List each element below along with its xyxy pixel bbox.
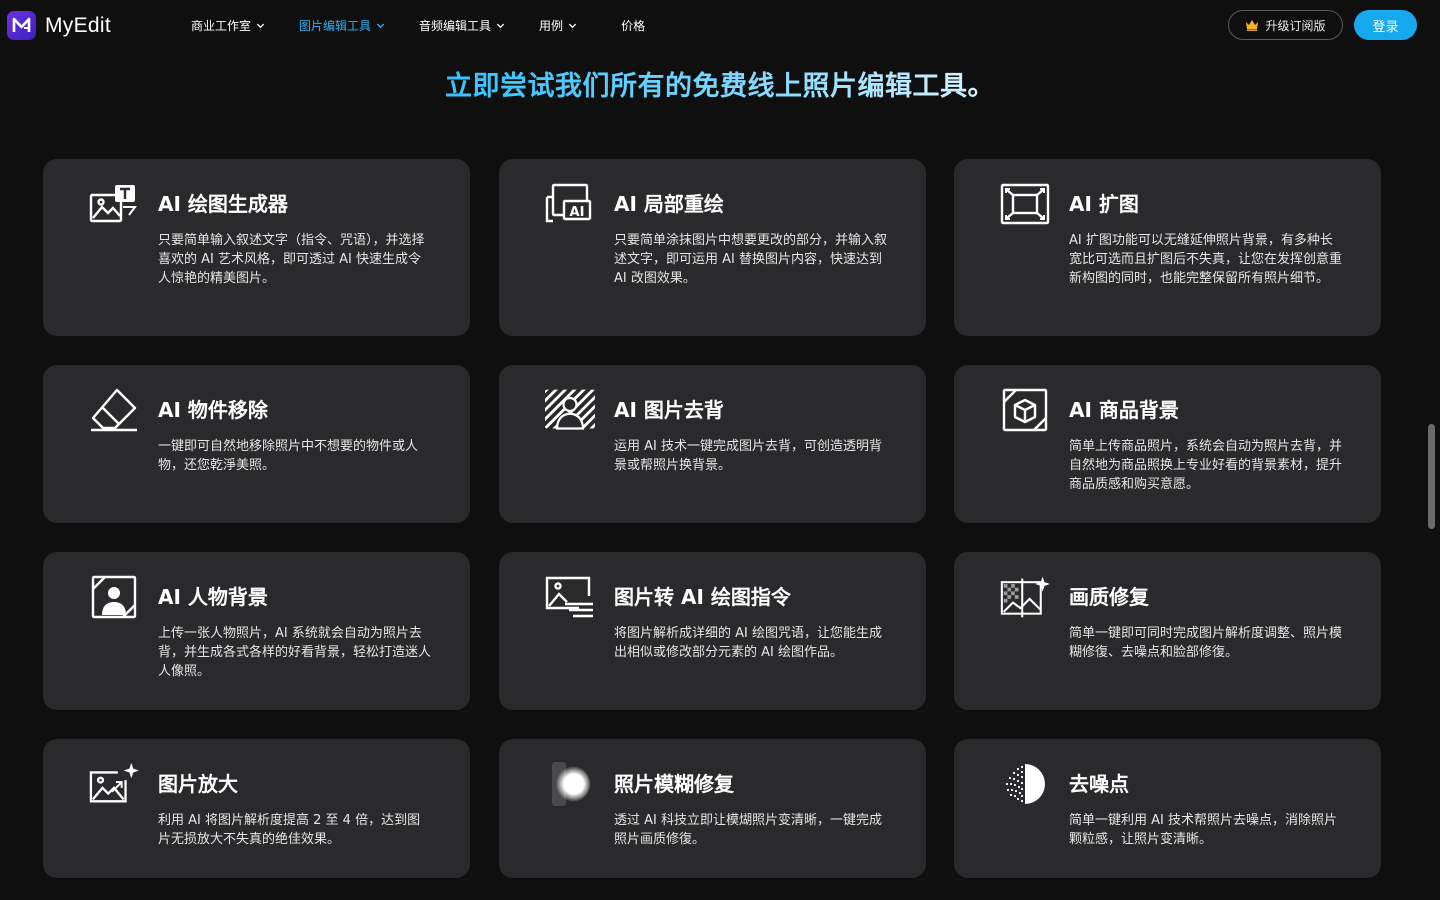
tool-card-unblur[interactable]: 照片模糊修复 透过 AI 科技立即让模煳照片变清晰，一键完成照片画质修復。: [499, 739, 926, 878]
ai-expand-icon: [1000, 181, 1050, 227]
page-title: 立即尝试我们所有的免费线上照片编辑工具。: [0, 64, 1440, 103]
card-title: 画质修复: [1069, 585, 1149, 609]
card-title: AI 图片去背: [614, 398, 724, 422]
tool-card-ai-expand[interactable]: AI 扩图 AI 扩图功能可以无缝延伸照片背景，有多种长宽比可选而且扩图后不失真…: [954, 159, 1381, 336]
card-title: 照片模糊修复: [614, 772, 734, 796]
main-nav: 商业工作室 图片编辑工具 音频编辑工具 用例 价格: [191, 0, 679, 50]
card-title: AI 绘图生成器: [158, 192, 288, 216]
tool-card-photo-enhance[interactable]: 画质修复 简单一键即可同时完成图片解析度调整、照片模糊修復、去噪点和脸部修復。: [954, 552, 1381, 710]
card-description: 简单一键即可同时完成图片解析度调整、照片模糊修復、去噪点和脸部修復。: [1069, 626, 1343, 660]
card-title: AI 局部重绘: [614, 192, 724, 216]
nav-business-studio[interactable]: 商业工作室: [191, 17, 265, 34]
logo[interactable]: MyEdit: [7, 11, 111, 40]
card-description: 只要简单输入叙述文字（指令、咒语），并选择喜欢的 AI 艺术风格，即可透过 AI…: [158, 233, 425, 286]
ai-replace-icon: AI: [545, 181, 595, 227]
card-title: 图片放大: [158, 772, 238, 796]
ai-image-generator-icon: [89, 181, 139, 227]
tool-card-ai-replace[interactable]: AI AI 局部重绘 只要简单涂抹图片中想要更改的部分，并输入叙述文字，即可运用…: [499, 159, 926, 336]
tool-card-image-upscale[interactable]: 图片放大 利用 AI 将图片解析度提高 2 至 4 倍，达到图片无损放大不失真的…: [43, 739, 470, 878]
svg-text:AI: AI: [570, 205, 585, 220]
upgrade-subscription-button[interactable]: 升级订阅版: [1228, 10, 1343, 40]
nav-pricing[interactable]: 价格: [621, 17, 645, 34]
tool-card-ai-object-removal[interactable]: AI 物件移除 一键即可自然地移除照片中不想要的物件或人物，还您乾淨美照。: [43, 365, 470, 523]
upgrade-label: 升级订阅版: [1265, 18, 1326, 33]
tool-card-ai-product-background[interactable]: AI 商品背景 简单上传商品照片，系统会自动为照片去背，并自然地为商品照换上专业…: [954, 365, 1381, 523]
card-description: 简单上传商品照片，系统会自动为照片去背，并自然地为商品照换上专业好看的背景素材，…: [1069, 439, 1343, 492]
card-description: 上传一张人物照片，AI 系统就会自动为照片去背，并生成各式各样的好看背景，轻松打…: [158, 626, 432, 679]
crown-icon: [1246, 20, 1259, 31]
nav-label: 图片编辑工具: [299, 18, 372, 33]
card-description: 利用 AI 将图片解析度提高 2 至 4 倍，达到图片无损放大不失真的绝佳效果。: [158, 813, 421, 847]
tool-card-denoise[interactable]: 去噪点 简单一键利用 AI 技术帮照片去噪点，消除照片颗粒感，让照片变清晰。: [954, 739, 1381, 878]
nav-audio-tools[interactable]: 音频编辑工具: [419, 17, 505, 34]
card-title: 去噪点: [1069, 772, 1129, 796]
portrait-background-icon: [89, 574, 139, 620]
nav-use-cases[interactable]: 用例: [539, 17, 577, 34]
card-description: AI 扩图功能可以无缝延伸照片背景，有多种长宽比可选而且扩图后不失真，让您在发挥…: [1069, 233, 1343, 286]
nav-label: 商业工作室: [191, 18, 252, 33]
background-remover-icon: [545, 387, 595, 433]
card-title: AI 物件移除: [158, 398, 268, 422]
card-description: 运用 AI 技术一键完成图片去背，可创造透明背景或帮照片换背景。: [614, 439, 882, 473]
logo-text: MyEdit: [45, 13, 111, 37]
image-upscale-icon: [89, 761, 139, 807]
chevron-down-icon: [256, 23, 265, 28]
card-title: AI 人物背景: [158, 585, 268, 609]
nav-label: 用例: [539, 18, 564, 33]
eraser-icon: [89, 387, 139, 433]
unblur-icon: [545, 761, 595, 807]
card-description: 将图片解析成详细的 AI 绘图咒语，让您能生成出相似或修改部分元素的 AI 绘图…: [614, 626, 882, 660]
denoise-icon: [1000, 761, 1050, 807]
top-header: MyEdit 商业工作室 图片编辑工具 音频编辑工具 用例 价格 升级订阅版 登…: [0, 0, 1440, 50]
login-button[interactable]: 登录: [1354, 10, 1417, 40]
card-title: 图片转 AI 绘图指令: [614, 585, 791, 609]
nav-image-tools[interactable]: 图片编辑工具: [299, 17, 385, 34]
nav-label: 音频编辑工具: [419, 18, 492, 33]
tool-card-image-to-prompt[interactable]: 图片转 AI 绘图指令 将图片解析成详细的 AI 绘图咒语，让您能生成出相似或修…: [499, 552, 926, 710]
card-title: AI 商品背景: [1069, 398, 1179, 422]
card-description: 透过 AI 科技立即让模煳照片变清晰，一键完成照片画质修復。: [614, 813, 882, 847]
tool-card-ai-image-generator[interactable]: AI 绘图生成器 只要简单输入叙述文字（指令、咒语），并选择喜欢的 AI 艺术风…: [43, 159, 470, 336]
photo-enhance-icon: [1000, 574, 1050, 620]
logo-icon: [7, 11, 36, 40]
card-description: 一键即可自然地移除照片中不想要的物件或人物，还您乾淨美照。: [158, 439, 419, 473]
card-title: AI 扩图: [1069, 192, 1139, 216]
chevron-down-icon: [496, 23, 505, 28]
chevron-down-icon: [376, 23, 385, 28]
product-background-icon: [1000, 387, 1050, 433]
tool-card-ai-portrait-background[interactable]: AI 人物背景 上传一张人物照片，AI 系统就会自动为照片去背，并生成各式各样的…: [43, 552, 470, 710]
image-to-prompt-icon: [545, 574, 595, 620]
tool-card-ai-background-remover[interactable]: AI 图片去背 运用 AI 技术一键完成图片去背，可创造透明背景或帮照片换背景。: [499, 365, 926, 523]
nav-label: 价格: [621, 18, 646, 33]
card-description: 只要简单涂抹图片中想要更改的部分，并输入叙述文字，即可运用 AI 替换图片内容，…: [614, 233, 888, 286]
page-scrollbar[interactable]: [1428, 424, 1435, 529]
chevron-down-icon: [568, 23, 577, 28]
card-description: 简单一键利用 AI 技术帮照片去噪点，消除照片颗粒感，让照片变清晰。: [1069, 813, 1337, 847]
